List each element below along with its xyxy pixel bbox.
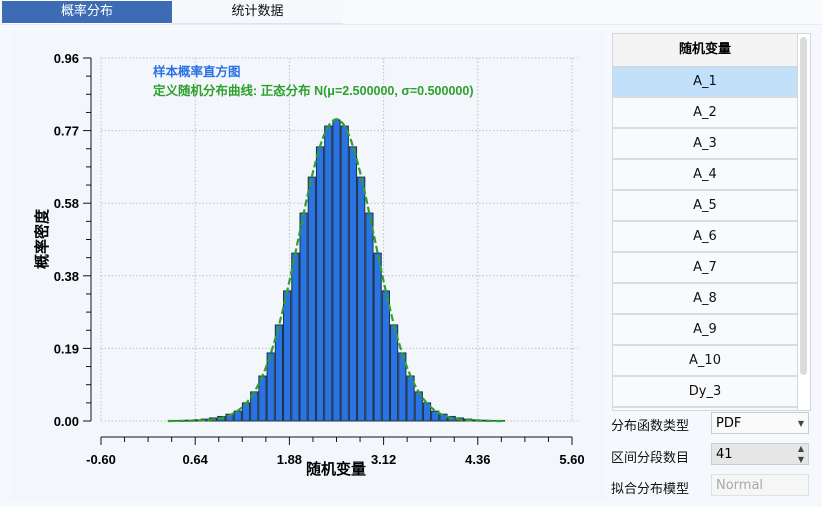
y-tick-label: 0.77 [54, 124, 79, 139]
chart-panel: 0.00 0.19 0.38 0.58 0.77 0.96 -0.60 0.64 1.88 3.1… [10, 33, 606, 499]
x-axis-label: 随机变量 [306, 460, 366, 478]
x-tick-label: -0.60 [86, 452, 116, 467]
variable-list-item[interactable]: A_10 [613, 346, 797, 377]
histogram-bar [340, 125, 349, 422]
variable-list-item[interactable]: A_5 [613, 191, 797, 222]
variable-list-item[interactable]: A_7 [613, 253, 797, 284]
x-tick-label: 4.36 [465, 452, 490, 467]
histogram-bar [283, 290, 292, 422]
histogram-bar [299, 212, 308, 422]
variable-list-item[interactable]: A_8 [613, 284, 797, 315]
variable-list-item[interactable]: A_6 [613, 222, 797, 253]
variable-list-header: 随机变量 [613, 34, 797, 67]
bins-spinbox[interactable]: 41 ▲ ▼ [711, 443, 809, 465]
tab-bar: 概率分布 统计数据 [0, 0, 822, 25]
histogram-bar [357, 176, 366, 422]
histogram-chart: 0.00 0.19 0.38 0.58 0.77 0.96 -0.60 0.64 1.88 3.1… [33, 51, 585, 478]
variable-list-scrollbar[interactable] [797, 33, 811, 411]
histogram-bar [365, 212, 374, 422]
variable-list-item[interactable]: A_2 [613, 98, 797, 129]
variable-list-item[interactable]: A_4 [613, 160, 797, 191]
dist-type-value: PDF [716, 416, 742, 431]
histogram-bar [373, 252, 382, 422]
y-tick-label: 0.19 [54, 341, 79, 356]
y-tick-label: 0.96 [54, 51, 79, 66]
fit-model-field: Normal [711, 474, 809, 496]
variable-list-item[interactable]: A_1 [613, 67, 797, 98]
histogram-bar [389, 324, 399, 422]
y-tick-label: 0.58 [54, 196, 79, 211]
tab-statistics[interactable]: 统计数据 [172, 1, 343, 24]
x-tick-label: 5.60 [559, 452, 584, 467]
histogram-bar [291, 252, 300, 422]
y-tick-label: 0.38 [54, 269, 79, 284]
x-tick-label: 3.12 [371, 452, 396, 467]
histogram-bar [348, 146, 358, 422]
histogram-bar [241, 402, 251, 422]
variable-list-item[interactable]: Dy_3 [613, 377, 797, 408]
spin-down-icon[interactable]: ▼ [798, 449, 804, 471]
histogram-bar [233, 410, 242, 422]
dist-type-label: 分布函数类型 [611, 419, 690, 434]
variable-list-item[interactable]: A_3 [613, 129, 797, 160]
scroll-thumb[interactable] [800, 37, 807, 375]
y-tick-label: 0.00 [54, 414, 79, 429]
variable-list-item[interactable]: LSF [613, 408, 797, 410]
tab-probability-distribution[interactable]: 概率分布 [2, 1, 172, 23]
histogram-bar [414, 391, 423, 422]
histogram-bar [266, 352, 275, 422]
dist-type-select[interactable]: PDF ▼ [711, 412, 809, 434]
variable-list-item[interactable]: A_9 [613, 315, 797, 346]
x-tick-label: 1.88 [277, 452, 302, 467]
dropdown-arrow-icon: ▼ [797, 419, 804, 428]
histogram-bar [324, 125, 333, 422]
histogram-bar [307, 176, 316, 422]
histogram-bars [167, 119, 506, 422]
legend-curve: 定义随机分布曲线: 正态分布 N(μ=2.500000, σ=0.500000) [152, 83, 473, 98]
fit-model-label: 拟合分布模型 [611, 482, 690, 497]
legend-histogram: 样本概率直方图 [153, 64, 241, 79]
histogram-bar [258, 375, 267, 422]
bins-value: 41 [716, 447, 733, 462]
x-tick-label: 0.64 [183, 452, 209, 467]
histogram-bar [332, 119, 341, 422]
histogram-bar [315, 146, 325, 422]
y-axis-label: 概率密度 [33, 208, 51, 269]
variable-list: 随机变量 A_1 A_2 A_3 A_4 A_5 A_6 A_7 A_8 A_9 A_10 Dy_3… [612, 33, 798, 411]
bins-label: 区间分段数目 [611, 451, 690, 466]
histogram-bar [274, 324, 284, 422]
histogram-bar [381, 290, 390, 422]
fit-model-value: Normal [716, 478, 764, 493]
